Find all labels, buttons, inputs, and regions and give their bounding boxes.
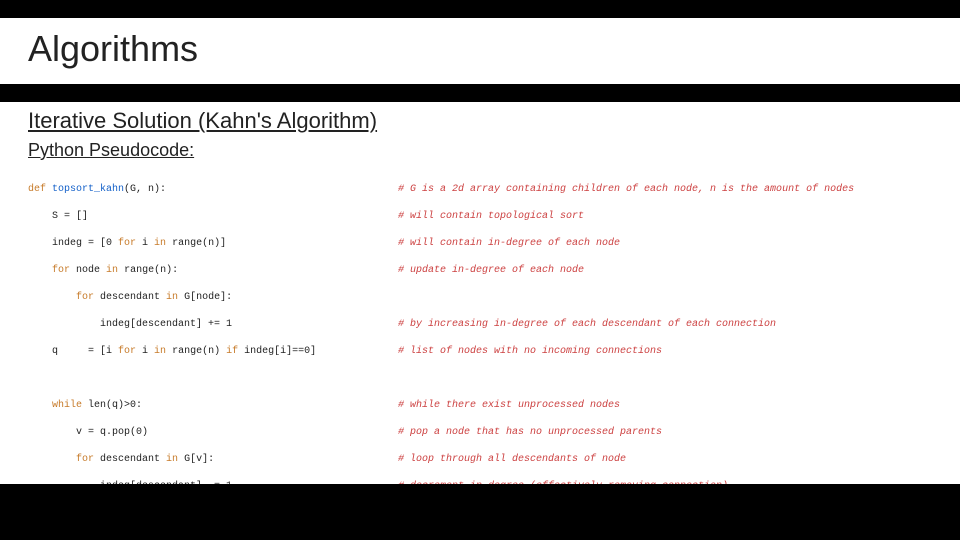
code-label: Python Pseudocode: — [0, 136, 960, 169]
mid-bar — [0, 84, 960, 102]
bottom-bar — [0, 484, 960, 540]
page-title: Algorithms — [0, 18, 960, 84]
section-subtitle: Iterative Solution (Kahn's Algorithm) — [0, 102, 960, 136]
top-bar — [0, 0, 960, 18]
